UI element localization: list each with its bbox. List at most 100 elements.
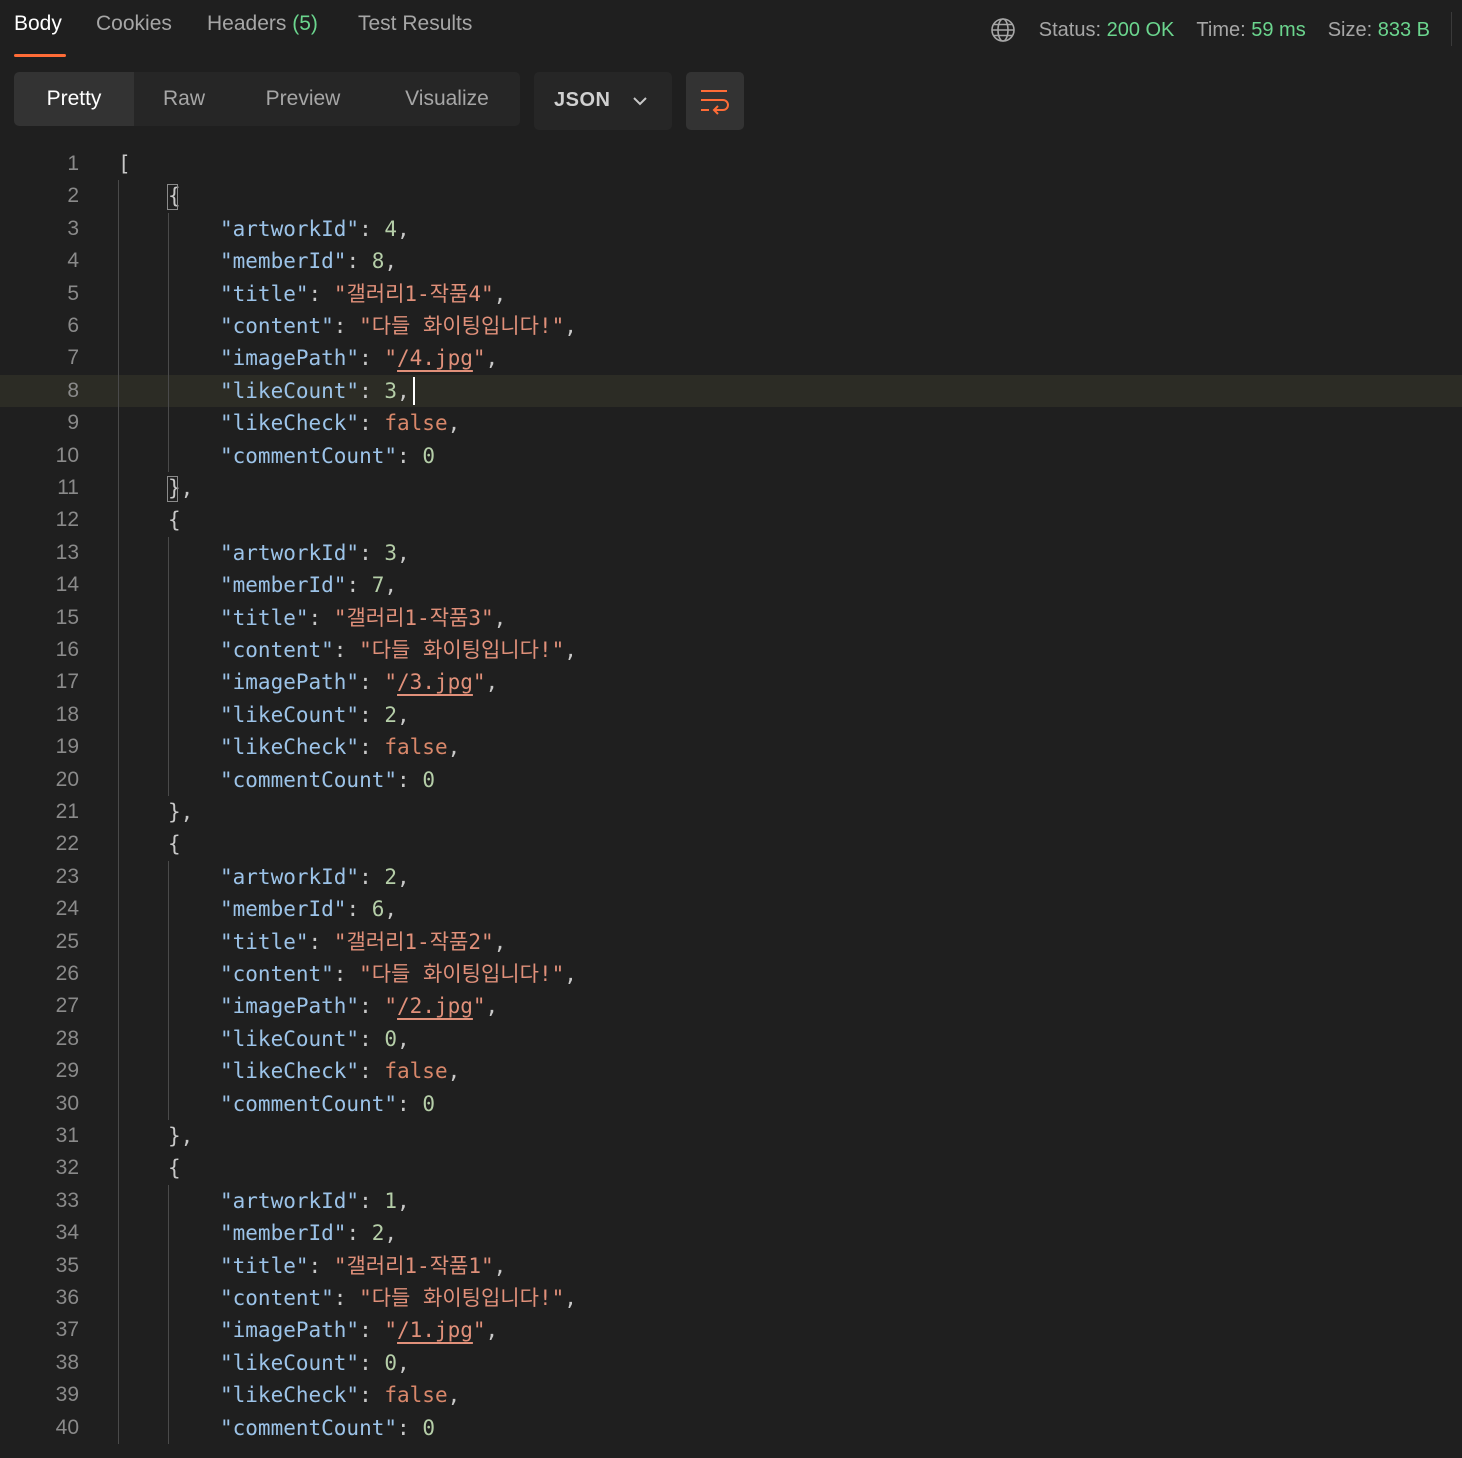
json-punctuation: :	[397, 1091, 423, 1116]
line-number: 23	[55, 864, 79, 888]
json-punctuation: :	[359, 216, 385, 241]
code-line[interactable]: 11},	[0, 472, 1462, 504]
code-line[interactable]: 10 "commentCount": 0	[0, 440, 1462, 472]
code-line[interactable]: 39 "likeCheck": false,	[0, 1379, 1462, 1411]
json-field-imagepath: "imagePath": "/1.jpg",	[220, 1314, 498, 1346]
code-line[interactable]: 12 {	[0, 504, 1462, 536]
json-punctuation: ,	[564, 638, 577, 662]
status-info[interactable]: Status: 200 OK	[1039, 19, 1175, 42]
code-line[interactable]: 35 "title": "갤러리1-작품1",	[0, 1250, 1462, 1282]
code-line[interactable]: 26 "content": "다들 화이팅입니다!",	[0, 958, 1462, 990]
bracket-match-highlight	[167, 476, 178, 502]
code-line[interactable]: 29 "likeCheck": false,	[0, 1055, 1462, 1087]
code-line[interactable]: 34 "memberId": 2,	[0, 1217, 1462, 1249]
code-line-current[interactable]: 8 "likeCount": 3,	[0, 374, 1462, 407]
json-value: "	[384, 670, 398, 695]
json-value: 8	[371, 249, 385, 274]
json-value[interactable]: /3.jpg	[397, 670, 473, 694]
code-line[interactable]: 9 "likeCheck": false,	[0, 407, 1462, 439]
json-value: "다들 화이팅입니다!"	[359, 962, 565, 986]
size-label: Size:	[1327, 18, 1373, 41]
globe-icon[interactable]	[989, 16, 1017, 44]
json-value: 0	[384, 1026, 398, 1051]
code-line[interactable]: 27 "imagePath": "/2.jpg",	[0, 990, 1462, 1022]
line-number: 28	[55, 1026, 79, 1050]
response-tabs-bar: Body Cookies Headers (5) Test Results St…	[0, 0, 1462, 58]
code-line[interactable]: 6 "content": "다들 화이팅입니다!",	[0, 310, 1462, 342]
view-visualize-button[interactable]: Visualize	[386, 72, 508, 126]
json-punctuation: ,	[485, 670, 499, 695]
json-punctuation: :	[397, 1415, 423, 1440]
code-line[interactable]: 18 "likeCount": 2,	[0, 699, 1462, 731]
size-info[interactable]: Size: 833 B	[1328, 19, 1430, 42]
code-line[interactable]: 19 "likeCheck": false,	[0, 731, 1462, 763]
json-punctuation: ,	[384, 573, 398, 598]
code-line[interactable]: 2{	[0, 180, 1462, 212]
code-line[interactable]: 16 "content": "다들 화이팅입니다!",	[0, 634, 1462, 666]
line-number: 21	[55, 800, 79, 823]
line-number: 29	[55, 1059, 79, 1083]
wrap-lines-button[interactable]	[686, 72, 744, 130]
tab-headers[interactable]: Headers (5)	[207, 12, 318, 36]
format-dropdown[interactable]: JSON	[534, 72, 672, 130]
json-code-editor[interactable]: 1[2{3 "artworkId": 4, 4 "memberId": 8, 5 "tit…	[0, 148, 1462, 1458]
json-value: "다들 화이팅입니다!"	[359, 314, 565, 338]
tab-body[interactable]: Body	[14, 12, 62, 36]
json-value: false	[384, 1059, 448, 1084]
active-tab-indicator	[14, 54, 66, 57]
code-line[interactable]: 38 "likeCount": 0,	[0, 1347, 1462, 1379]
indent-guide	[168, 212, 169, 472]
view-pretty-button[interactable]: Pretty	[14, 72, 134, 126]
json-key: "memberId"	[220, 573, 347, 598]
code-line[interactable]: 25 "title": "갤러리1-작품2",	[0, 926, 1462, 958]
json-punctuation: ,	[397, 1188, 410, 1213]
code-line[interactable]: 31},	[0, 1120, 1462, 1152]
code-line[interactable]: 17 "imagePath": "/3.jpg",	[0, 666, 1462, 698]
code-line[interactable]: 32 {	[0, 1152, 1462, 1184]
json-punctuation: :	[333, 638, 360, 662]
json-field-artworkid: "artworkId": 3,	[220, 537, 410, 569]
object-open: {	[168, 1152, 181, 1184]
code-line[interactable]: 1[	[0, 148, 1462, 180]
tab-test-results[interactable]: Test Results	[358, 12, 472, 36]
code-line[interactable]: 14 "memberId": 7,	[0, 569, 1462, 601]
code-line[interactable]: 23 "artworkId": 2,	[0, 861, 1462, 893]
view-preview-button[interactable]: Preview	[244, 72, 362, 126]
tab-cookies[interactable]: Cookies	[96, 12, 172, 36]
json-punctuation: {	[168, 1156, 181, 1181]
code-line[interactable]: 36 "content": "다들 화이팅입니다!",	[0, 1282, 1462, 1314]
code-line[interactable]: 28 "likeCount": 0,	[0, 1023, 1462, 1055]
json-value[interactable]: /1.jpg	[397, 1318, 473, 1342]
code-line[interactable]: 22 {	[0, 828, 1462, 860]
json-punctuation: },	[168, 800, 194, 824]
json-key: "imagePath"	[220, 994, 360, 1019]
code-line[interactable]: 30 "commentCount": 0	[0, 1088, 1462, 1120]
code-line[interactable]: 3 "artworkId": 4,	[0, 213, 1462, 245]
json-field-likecount: "likeCount": 0,	[220, 1023, 410, 1055]
code-line[interactable]: 24 "memberId": 6,	[0, 893, 1462, 925]
code-line[interactable]: 4 "memberId": 8,	[0, 245, 1462, 277]
json-field-imagepath: "imagePath": "/4.jpg",	[220, 342, 498, 374]
json-field-likecount: "likeCount": 3,	[220, 375, 410, 407]
json-value[interactable]: /4.jpg	[397, 346, 473, 370]
code-line[interactable]: 20 "commentCount": 0	[0, 764, 1462, 796]
view-raw-button[interactable]: Raw	[134, 72, 234, 126]
json-key: "likeCheck"	[220, 1383, 360, 1408]
code-line[interactable]: 13 "artworkId": 3,	[0, 537, 1462, 569]
code-line[interactable]: 37 "imagePath": "/1.jpg",	[0, 1314, 1462, 1346]
time-info[interactable]: Time: 59 ms	[1196, 19, 1305, 42]
code-line[interactable]: 33 "artworkId": 1,	[0, 1185, 1462, 1217]
line-number: 24	[55, 897, 79, 921]
json-field-content: "content": "다들 화이팅입니다!",	[220, 634, 577, 666]
code-line[interactable]: 5 "title": "갤러리1-작품4",	[0, 278, 1462, 310]
json-field-likecheck: "likeCheck": false,	[220, 1055, 460, 1087]
code-line[interactable]: 21},	[0, 796, 1462, 828]
json-value[interactable]: /2.jpg	[397, 994, 473, 1018]
time-label: Time:	[1196, 18, 1246, 41]
json-punctuation: :	[359, 540, 385, 565]
json-field-imagepath: "imagePath": "/2.jpg",	[220, 990, 498, 1022]
json-key: "artworkId"	[220, 540, 360, 565]
code-line[interactable]: 40 "commentCount": 0	[0, 1412, 1462, 1444]
code-line[interactable]: 7 "imagePath": "/4.jpg",	[0, 342, 1462, 374]
code-line[interactable]: 15 "title": "갤러리1-작품3",	[0, 602, 1462, 634]
